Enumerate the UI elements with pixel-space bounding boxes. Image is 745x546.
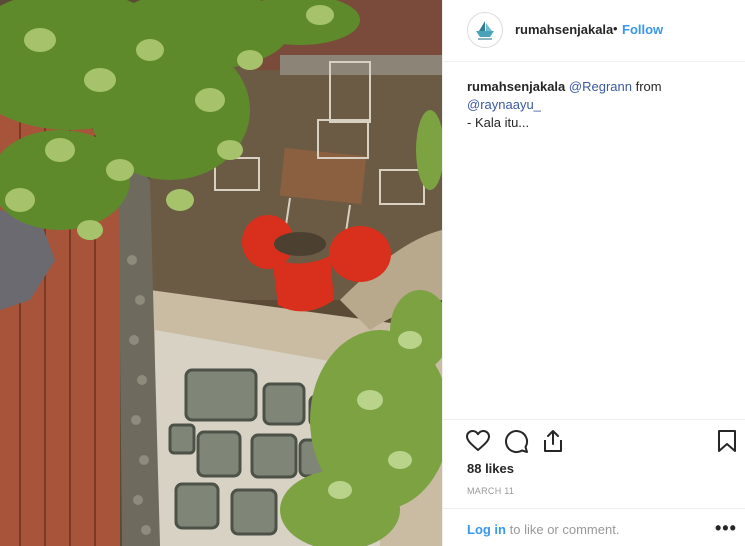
heart-icon[interactable] — [465, 428, 491, 454]
follow-button[interactable]: Follow — [622, 22, 663, 37]
post-date[interactable]: March 11 — [467, 486, 514, 496]
caption-from-text: from — [635, 79, 662, 94]
post-username[interactable]: rumahsenjakala — [515, 22, 613, 37]
caption-mention-regrann[interactable]: @Regrann — [569, 79, 632, 94]
caption-author[interactable]: rumahsenjakala — [467, 79, 565, 94]
separator-dot: • — [613, 21, 618, 36]
boat-logo-icon — [468, 13, 502, 47]
comment-icon[interactable] — [503, 428, 529, 454]
post-side-panel: rumahsenjakala • Follow rumahsenjakala @… — [442, 0, 745, 546]
post-header: rumahsenjakala • Follow — [443, 0, 745, 62]
login-prompt: Log in to like or comment. — [467, 522, 619, 537]
bookmark-icon[interactable] — [714, 428, 740, 454]
avatar[interactable] — [467, 12, 503, 48]
more-options-icon[interactable]: ••• — [715, 518, 737, 539]
post-photo[interactable] — [0, 0, 442, 546]
comment-footer: Log in to like or comment. ••• — [443, 508, 745, 546]
likes-count[interactable]: 88 likes — [467, 461, 514, 476]
post-caption: rumahsenjakala @Regrann from @raynaayu_ … — [467, 78, 729, 132]
caption-mention-raynaayu[interactable]: @raynaayu_ — [467, 97, 541, 112]
garden-photo-illustration — [0, 0, 442, 546]
share-icon[interactable] — [540, 428, 566, 454]
login-link[interactable]: Log in — [467, 522, 506, 537]
caption-body: - Kala itu... — [467, 115, 530, 130]
actions-divider — [443, 419, 745, 420]
login-rest-text: to like or comment. — [509, 522, 620, 537]
